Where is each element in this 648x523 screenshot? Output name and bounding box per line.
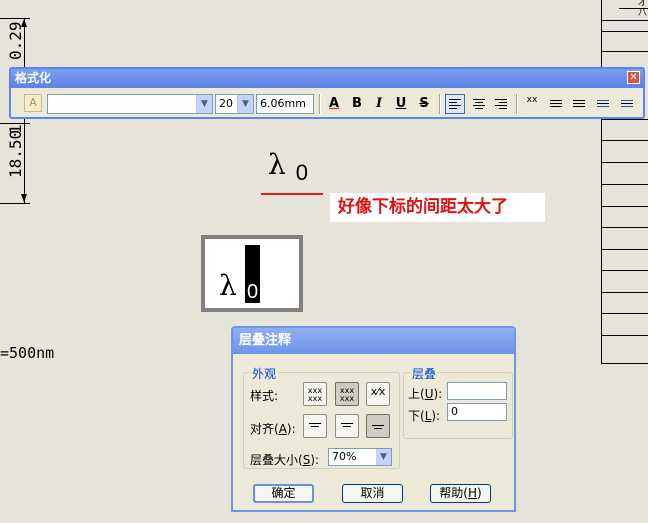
title-block-text: 八 [637,8,647,18]
text-color-button[interactable]: A [324,94,344,114]
numbered-list-button[interactable] [569,94,589,114]
toolbar-title: 格式化 [15,71,52,85]
chevron-down-icon[interactable]: ▼ [237,95,253,113]
stack-size-dropdown[interactable]: 70% ▼ [328,448,392,466]
title-block-table: 才 八 [601,0,648,364]
stack-size-value: 70% [332,450,357,463]
cancel-button[interactable]: 取消 [342,484,403,503]
italic-icon: I [375,96,383,111]
appearance-group: 外观 样式: xxx xxx xxx xxx x⁄x 对齐(A): 层叠大小(S… [243,365,400,469]
italic-button[interactable]: I [369,94,389,114]
text-edit-preview[interactable]: λ 0 [201,235,303,312]
align-label: 对齐(A): [250,422,296,436]
style-diagonal-stack-button[interactable]: x⁄x [366,382,390,406]
bullet-list-button[interactable] [546,94,566,114]
annotation-underline [261,193,323,195]
dialog-titlebar[interactable]: 层叠注释 [233,328,514,354]
style-horizontal-stack-button[interactable]: xxx xxx [303,382,327,406]
decrease-indent-button[interactable] [593,94,613,114]
font-style-icon[interactable]: A [24,94,42,112]
stacked-text-display[interactable]: λ0 [268,148,308,185]
close-icon[interactable]: ✕ [627,71,640,84]
upper-input[interactable] [447,382,507,400]
stack-icon: xx [526,95,538,105]
size-label: 层叠大小(S): [250,453,320,467]
dimension-value-cut: 1 [6,124,25,134]
toolbar-controls: A ▼ 20 ▼ 6.06mm A B I U S xx [13,92,641,116]
preview-lambda: λ [219,269,237,302]
ok-button[interactable]: 确定 [253,484,314,503]
toolbar-titlebar[interactable]: 格式化 ✕ [11,69,643,88]
font-size-dropdown[interactable]: 20 ▼ [215,94,254,114]
stack-tolerance-icon: xxx xxx [339,386,355,403]
align-top-button[interactable] [303,414,327,438]
align-bottom-icon [372,423,384,431]
strikethrough-button[interactable]: S [414,94,434,114]
annotation-note: 好像下标的间距太大了 [330,193,545,222]
help-button[interactable]: 帮助(H) [430,484,491,503]
increase-indent-button[interactable] [617,94,637,114]
align-center-stack-icon [341,421,353,429]
text-height-input[interactable]: 6.06mm [256,94,314,114]
stack-button[interactable]: xx [522,94,542,114]
stack-diagonal-icon: x⁄x [370,385,386,398]
font-name-dropdown[interactable]: ▼ [47,94,213,114]
align-left-icon [449,97,461,111]
chevron-down-icon[interactable]: ▼ [376,449,391,465]
lambda-subscript: 0 [295,160,308,185]
appearance-group-label: 外观 [250,365,279,382]
strikethrough-icon: S [419,96,429,111]
lambda-symbol: λ [268,148,286,181]
upper-label: 上(U): [408,387,443,401]
indent-icon [621,98,633,109]
lower-value: 0 [451,405,458,418]
dimension-value-top: 0.29 [6,21,25,60]
style-tolerance-stack-button[interactable]: xxx xxx [335,382,359,406]
chevron-down-icon[interactable]: ▼ [196,95,212,113]
wavelength-label: =500nm [0,344,55,362]
format-toolbar[interactable]: 格式化 ✕ A ▼ 20 ▼ 6.06mm A B I U S xx [9,67,645,119]
stack-annotation-dialog[interactable]: 层叠注释 外观 样式: xxx xxx xxx xxx x⁄x 对齐(A): 层… [231,326,516,512]
underline-button[interactable]: U [391,94,411,114]
preview-subscript: 0 [246,281,259,303]
align-center-button[interactable] [469,94,489,114]
extension-line-bottom [0,203,30,204]
bullet-list-icon [550,98,562,109]
bold-button[interactable]: B [347,94,367,114]
text-color-icon: A [328,96,340,111]
text-height-value: 6.06mm [260,97,306,110]
align-center-stack-button[interactable] [335,414,359,438]
align-right-icon [495,97,507,111]
style-label: 样式: [250,389,279,403]
title-block-text: 才 [637,0,647,8]
stack-group-label: 层叠 [410,365,439,382]
numbered-list-icon [573,98,585,109]
dimension-arrow-icon [21,194,27,202]
align-center-icon [473,97,485,111]
lower-input[interactable]: 0 [447,403,507,421]
bold-icon: B [352,96,362,111]
stack-group: 层叠 上(U): 下(L): 0 [403,365,513,439]
outdent-icon [597,98,609,109]
font-size-value: 20 [219,97,233,110]
lower-label: 下(L): [408,409,441,423]
align-left-button[interactable] [445,94,465,114]
underline-icon: U [395,96,407,111]
dialog-title: 层叠注释 [239,333,292,348]
stack-horizontal-icon: xxx xxx [307,386,323,403]
dimension-value-bottom: 18.50 [6,129,25,178]
align-right-button[interactable] [491,94,511,114]
align-bottom-button[interactable] [366,414,390,438]
align-top-icon [309,421,321,429]
